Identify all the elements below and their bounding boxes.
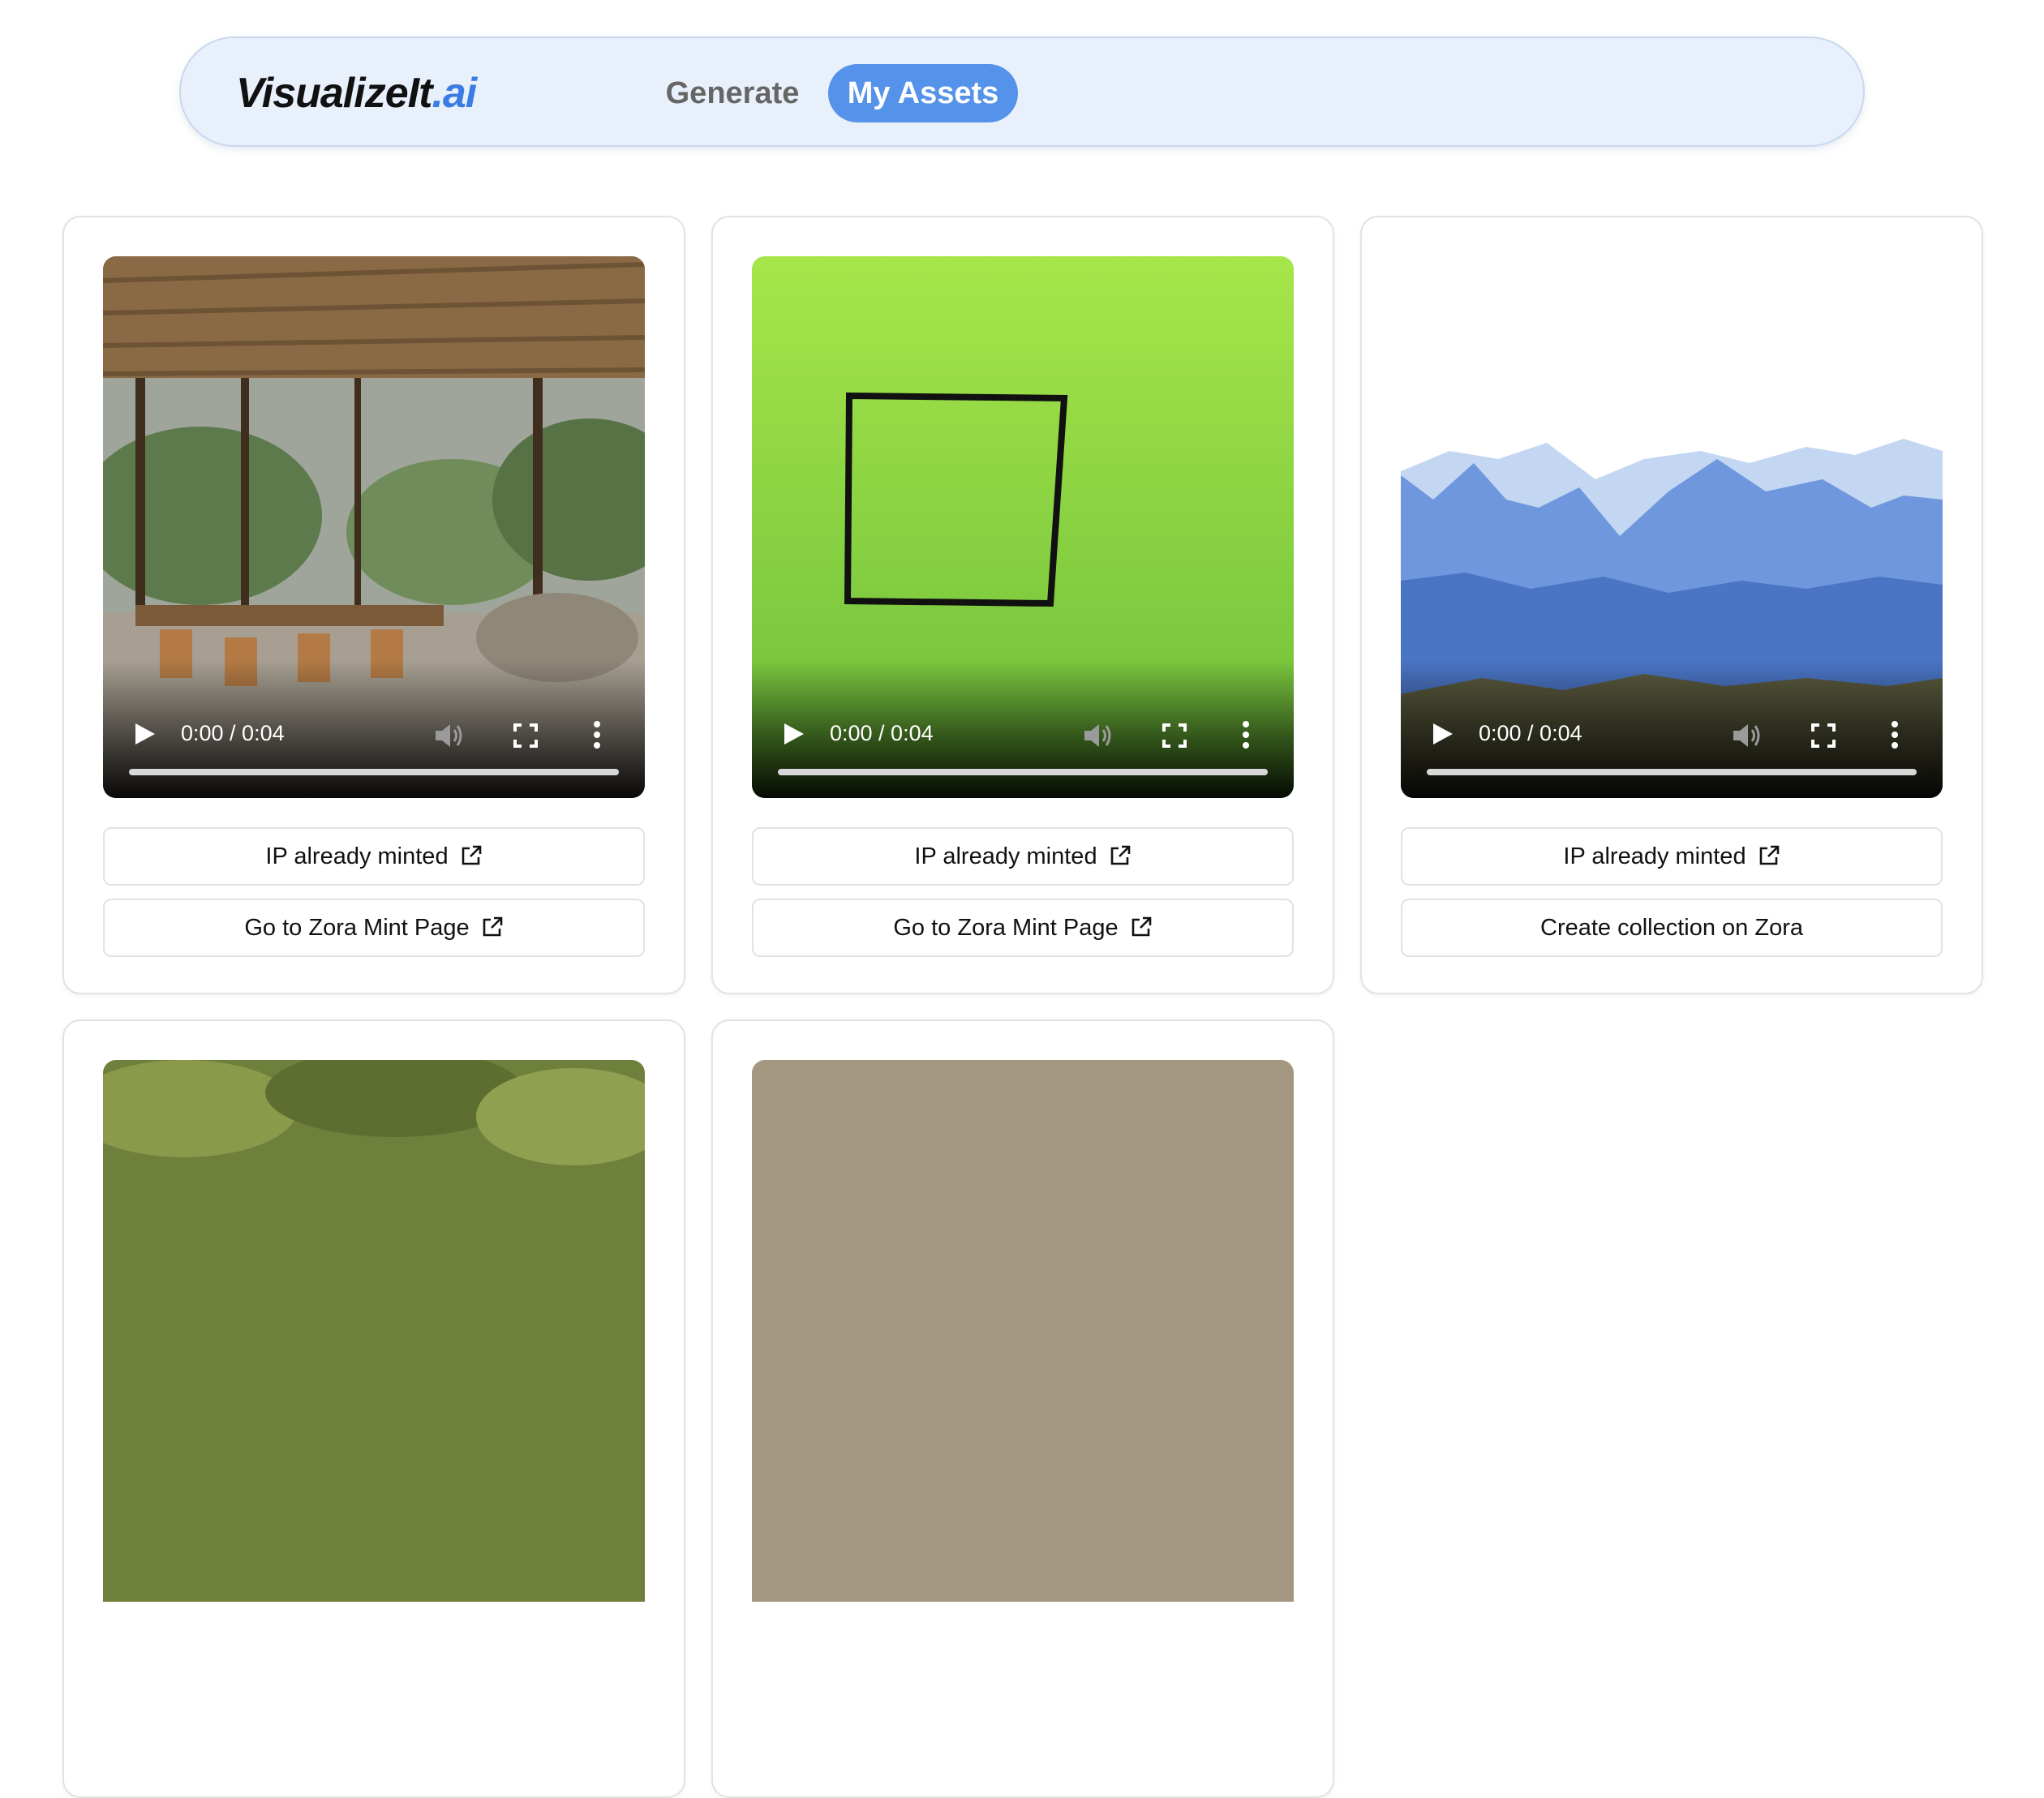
external-link-icon <box>483 916 502 937</box>
asset-card: 0:00 / 0:04 IP already minted Go to Zora… <box>62 216 685 994</box>
video-frame-beige <box>752 1060 1294 1602</box>
ip-minted-button[interactable]: IP already minted <box>1401 827 1943 886</box>
nav-tab-generate[interactable]: Generate <box>651 64 814 122</box>
play-icon[interactable] <box>1430 722 1454 746</box>
external-link-icon <box>1759 845 1779 865</box>
video-player[interactable]: 0:00 / 0:04 <box>103 256 645 798</box>
fullscreen-icon[interactable] <box>1162 723 1187 748</box>
external-link-icon <box>1110 845 1130 865</box>
top-navigation: VisualizeIt.ai Generate My Assets <box>179 36 1865 147</box>
zora-mint-page-button[interactable]: Go to Zora Mint Page <box>752 899 1294 957</box>
volume-icon[interactable] <box>1732 722 1763 749</box>
video-progress-bar[interactable] <box>778 769 1268 775</box>
asset-card: 0:00 / 0:04 IP already minted Go to Zora… <box>711 216 1334 994</box>
more-options-icon[interactable] <box>1891 720 1899 749</box>
more-options-icon[interactable] <box>593 720 601 749</box>
fullscreen-icon[interactable] <box>513 723 538 748</box>
video-time: 0:00 / 0:04 <box>1479 721 1582 745</box>
video-progress-bar[interactable] <box>1427 769 1917 775</box>
video-player[interactable]: 0:00 / 0:04 <box>1401 256 1943 798</box>
zora-action-label: Go to Zora Mint Page <box>244 915 470 941</box>
video-controls: 0:00 / 0:04 <box>1401 660 1943 798</box>
volume-icon[interactable] <box>434 722 465 749</box>
external-link-icon <box>1132 916 1151 937</box>
video-frame-forest <box>103 1060 645 1602</box>
video-player[interactable]: 0:00 / 0:04 <box>752 256 1294 798</box>
video-player[interactable] <box>752 1060 1294 1602</box>
logo-suffix: .ai <box>432 70 477 117</box>
asset-card <box>711 1019 1334 1798</box>
app-logo[interactable]: VisualizeIt.ai <box>236 69 477 118</box>
create-collection-button[interactable]: Create collection on Zora <box>1401 899 1943 957</box>
video-player[interactable] <box>103 1060 645 1602</box>
ip-minted-button[interactable]: IP already minted <box>752 827 1294 886</box>
ip-minted-label: IP already minted <box>265 843 449 869</box>
external-link-icon <box>462 845 481 865</box>
zora-action-label: Create collection on Zora <box>1540 915 1803 941</box>
logo-main: VisualizeIt <box>236 70 432 117</box>
fullscreen-icon[interactable] <box>1811 723 1836 748</box>
video-controls: 0:00 / 0:04 <box>752 660 1294 798</box>
video-progress-bar[interactable] <box>129 769 619 775</box>
play-icon[interactable] <box>781 722 805 746</box>
asset-card: 0:00 / 0:04 IP already minted Create col… <box>1360 216 1983 994</box>
ip-minted-button[interactable]: IP already minted <box>103 827 645 886</box>
play-icon[interactable] <box>132 722 157 746</box>
asset-card <box>62 1019 685 1798</box>
video-time: 0:00 / 0:04 <box>181 721 285 745</box>
more-options-icon[interactable] <box>1242 720 1250 749</box>
nav-tab-my-assets[interactable]: My Assets <box>828 64 1018 122</box>
video-controls: 0:00 / 0:04 <box>103 660 645 798</box>
ip-minted-label: IP already minted <box>914 843 1097 869</box>
ip-minted-label: IP already minted <box>1563 843 1746 869</box>
video-time: 0:00 / 0:04 <box>830 721 934 745</box>
volume-icon[interactable] <box>1083 722 1114 749</box>
zora-action-label: Go to Zora Mint Page <box>893 915 1119 941</box>
zora-mint-page-button[interactable]: Go to Zora Mint Page <box>103 899 645 957</box>
